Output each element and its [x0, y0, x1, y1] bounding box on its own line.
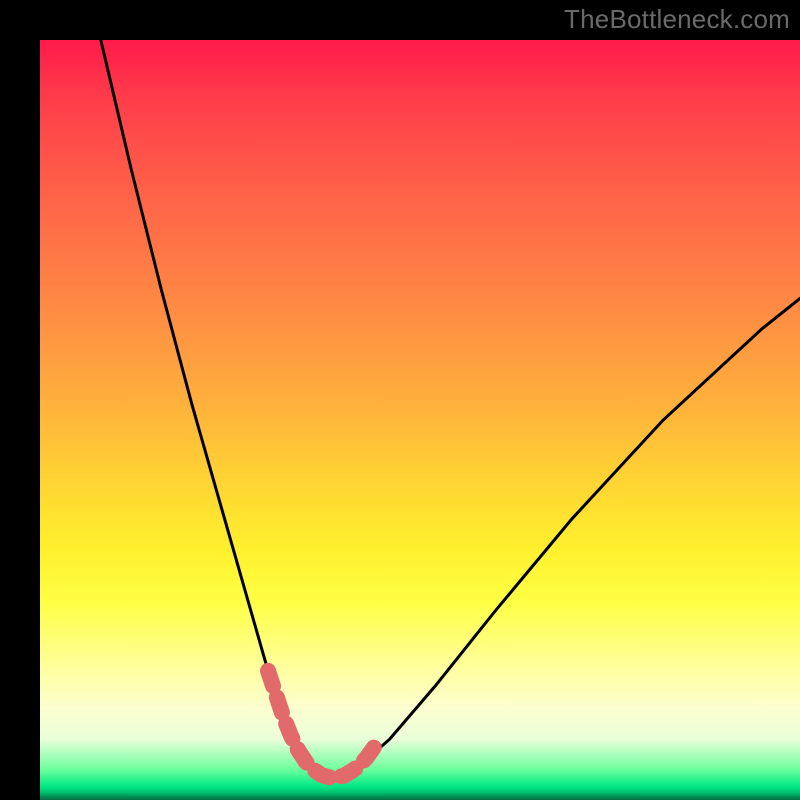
- curve-layer: [40, 40, 800, 800]
- plot-gradient-area: [40, 40, 800, 800]
- watermark-label: TheBottleneck.com: [564, 4, 790, 35]
- chart-frame: TheBottleneck.com: [0, 0, 800, 800]
- valley-highlight: [268, 671, 374, 777]
- main-curve: [101, 40, 800, 777]
